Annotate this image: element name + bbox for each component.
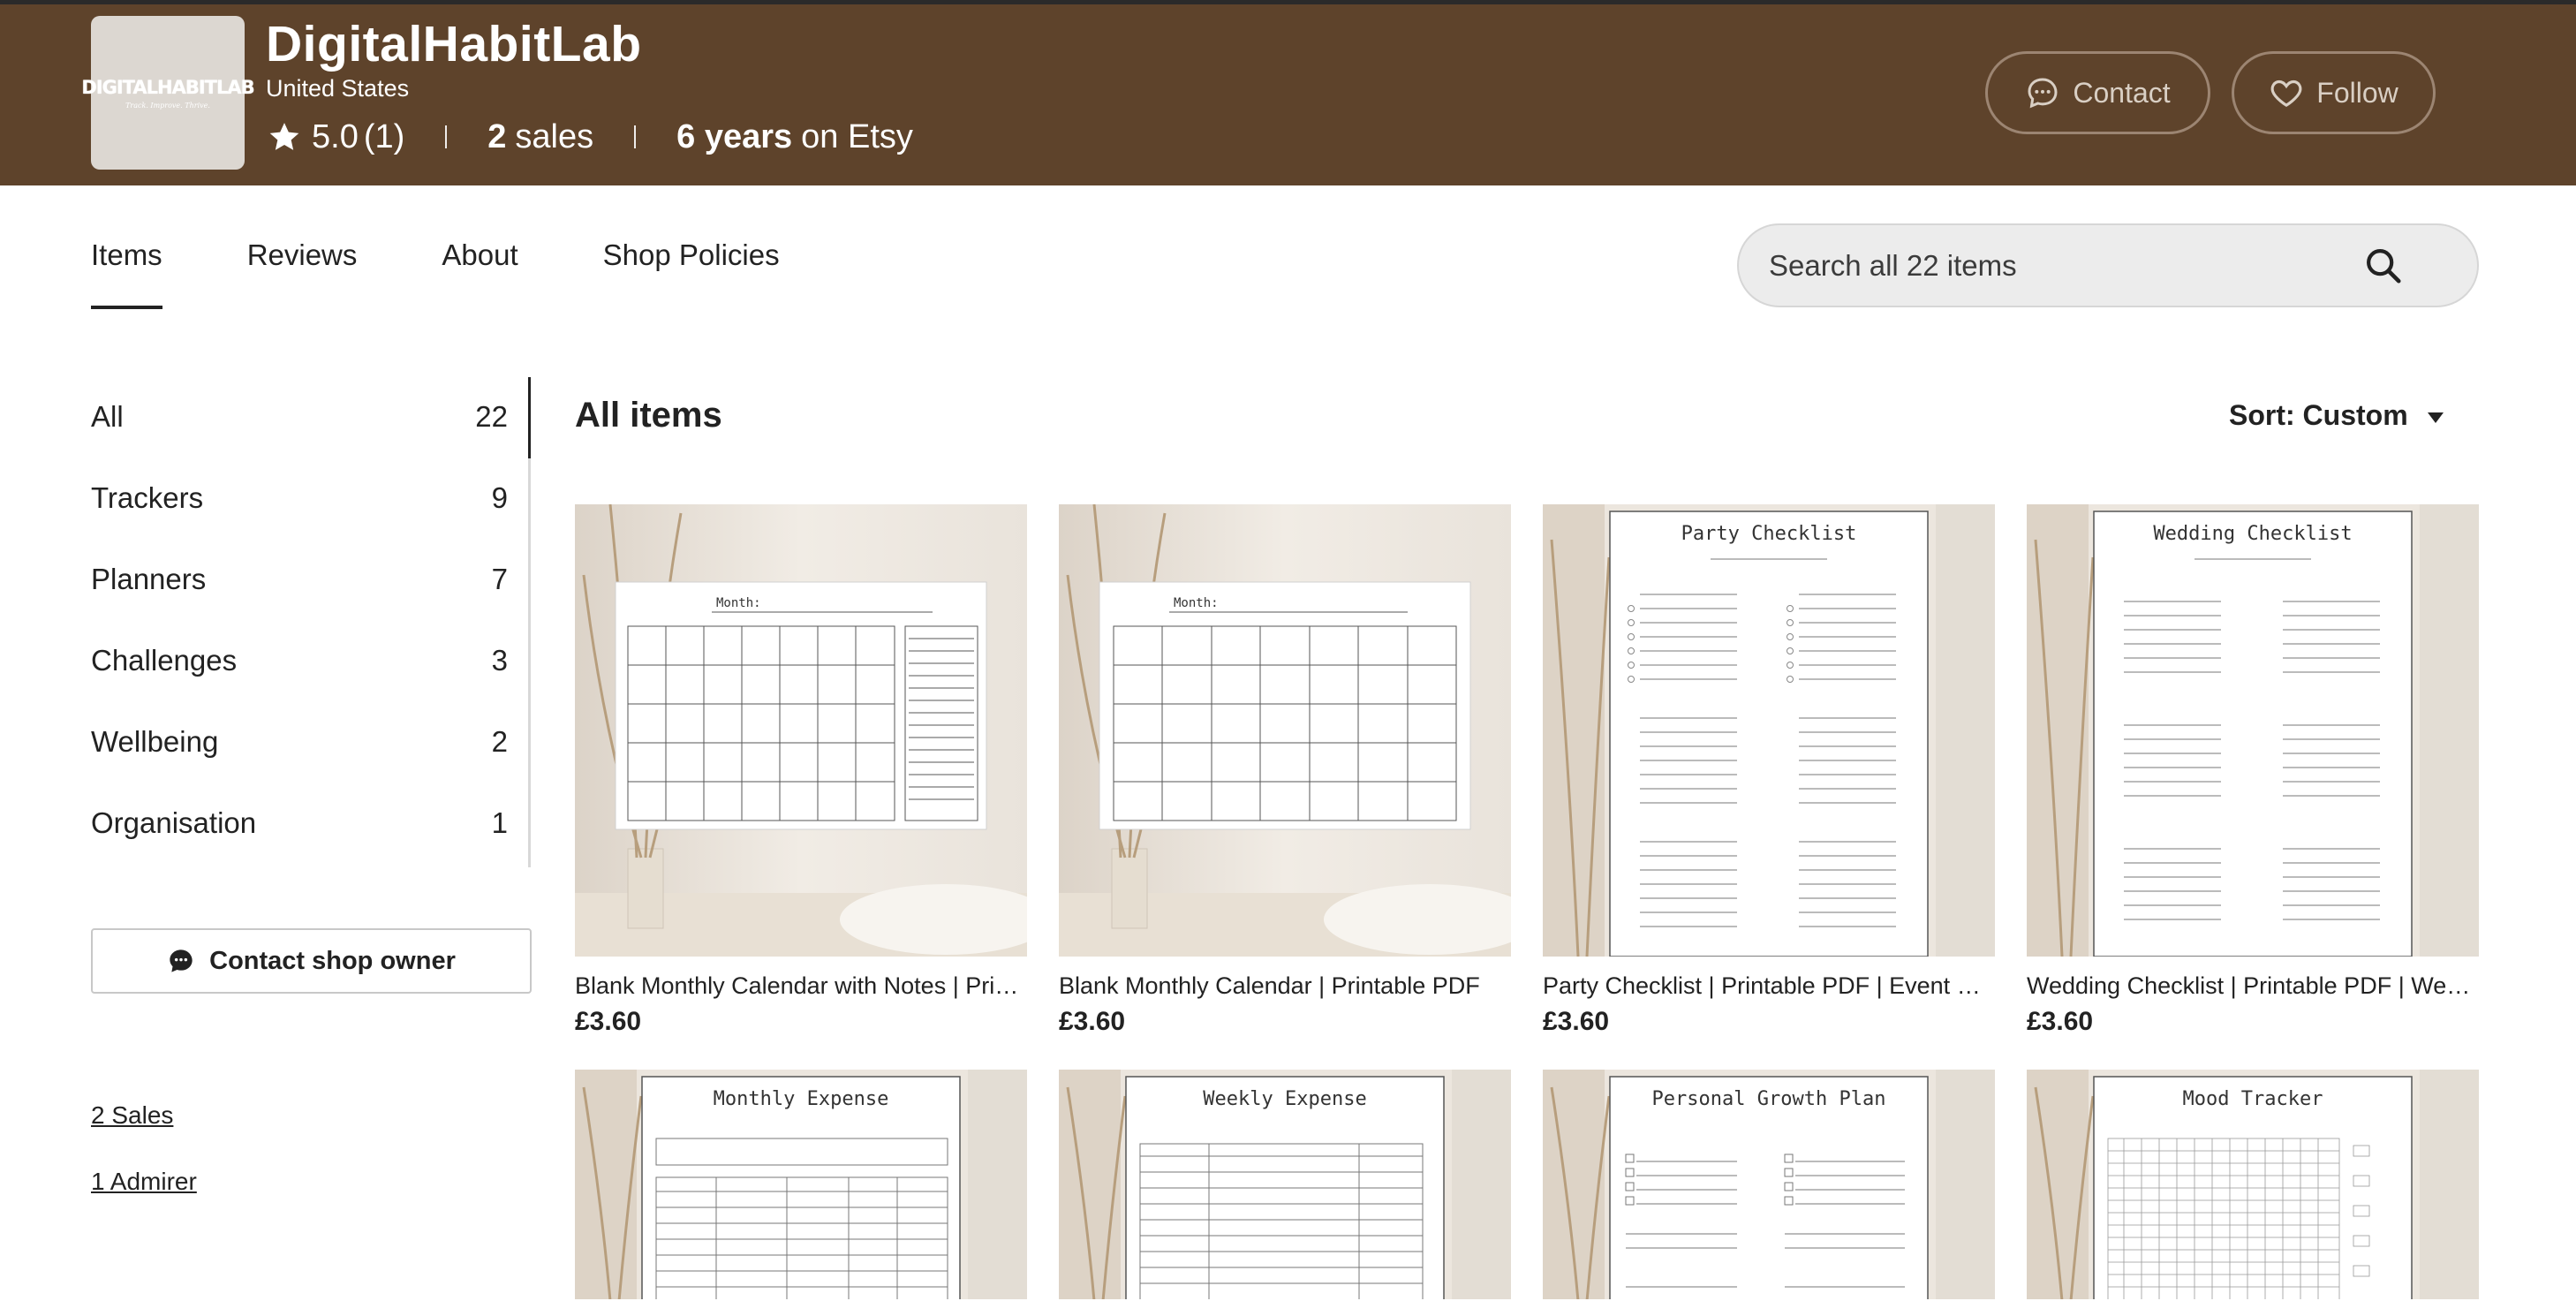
listing-card[interactable]: Weekly Expense: [1059, 1070, 1511, 1299]
shop-logo[interactable]: DIGITALHABITLAB Track. Improve. Thrive.: [81, 16, 255, 170]
chat-bubble-icon: [2028, 78, 2058, 109]
sidebar-item-count: 3: [491, 644, 508, 677]
listing-title[interactable]: Wedding Checklist | Printable PDF | Wedd…: [2027, 972, 2479, 1000]
search-icon: [2367, 249, 2401, 284]
stats-divider: [634, 125, 637, 148]
calendar-mockup-image: Month:: [1059, 504, 1511, 957]
expense-sheet-mockup-image: Monthly Expense: [575, 1070, 1027, 1299]
sidebar-item-trackers[interactable]: Trackers 9: [91, 472, 508, 525]
logo-tagline: Track. Improve. Thrive.: [125, 101, 210, 110]
listing-price: £3.60: [575, 1007, 642, 1036]
listing-image[interactable]: Monthly Expense: [575, 1070, 1027, 1299]
image-heading: Month:: [1174, 596, 1219, 610]
sidebar-active-indicator: [528, 377, 531, 458]
sidebar-item-label: Challenges: [91, 644, 238, 677]
tab-items[interactable]: Items: [91, 238, 162, 309]
listing-image[interactable]: Mood Tracker: [2027, 1070, 2479, 1299]
listing-card[interactable]: Monthly Expense: [575, 1070, 1027, 1299]
sidebar-item-count: 7: [491, 563, 508, 595]
listing-price: £3.60: [1543, 1007, 1610, 1036]
listing-card[interactable]: Party Checklist Party Checklist | Printa…: [1543, 504, 1995, 1037]
image-heading: Month:: [716, 596, 761, 610]
listing-card[interactable]: Mood Tracker: [2027, 1070, 2479, 1299]
sidebar-item-label: Trackers: [91, 481, 204, 514]
image-heading: Party Checklist: [1681, 523, 1857, 545]
sidebar-item-planners[interactable]: Planners 7: [91, 553, 508, 606]
heart-icon: [2270, 79, 2302, 108]
listing-image[interactable]: Wedding Checklist: [2027, 504, 2479, 957]
listing-card[interactable]: Month: Blank Monthly Calendar | Printabl…: [1059, 504, 1511, 1037]
contact-shop-owner-button[interactable]: Contact shop owner: [91, 928, 532, 994]
tab-about[interactable]: About: [442, 238, 517, 309]
listing-title[interactable]: Blank Monthly Calendar | Printable PDF: [1059, 972, 1511, 1000]
logo-text: DIGITALHABITLAB: [81, 76, 254, 98]
shop-stats: 5.0 (1) 2 sales 6 years on Etsy: [266, 115, 913, 159]
sales-count: 2: [487, 117, 507, 155]
sidebar-item-count: 2: [491, 725, 508, 758]
rating-count: (1): [363, 117, 405, 155]
follow-button-label: Follow: [2316, 76, 2398, 109]
image-heading: Personal Growth Plan: [1652, 1088, 1886, 1110]
admirers-link[interactable]: 1 Admirer: [91, 1168, 197, 1196]
sales-label: sales: [515, 117, 594, 155]
sidebar-item-organisation[interactable]: Organisation 1: [91, 797, 508, 850]
sidebar-item-label: Organisation: [91, 806, 257, 839]
years-suffix: on Etsy: [801, 117, 913, 155]
rating-value: 5.0: [312, 117, 359, 155]
expense-sheet-mockup-image: Weekly Expense: [1059, 1070, 1511, 1299]
sidebar-item-wellbeing[interactable]: Wellbeing 2: [91, 715, 508, 768]
page-title: All items: [575, 396, 722, 435]
shop-header: DIGITALHABITLAB Track. Improve. Thrive. …: [0, 4, 2576, 185]
search-button[interactable]: [2360, 242, 2407, 290]
tab-reviews[interactable]: Reviews: [247, 238, 358, 309]
growth-plan-mockup-image: Personal Growth Plan: [1543, 1070, 1995, 1299]
tab-shop-policies[interactable]: Shop Policies: [603, 238, 780, 309]
sidebar-item-count: 9: [491, 481, 508, 514]
shop-location: United States: [266, 75, 410, 102]
sales-link[interactable]: 2 Sales: [91, 1101, 173, 1130]
image-heading: Monthly Expense: [714, 1088, 889, 1110]
shop-tabs: Items Reviews About Shop Policies: [91, 238, 865, 309]
listing-title[interactable]: Blank Monthly Calendar with Notes | Prin…: [575, 972, 1027, 1000]
mood-tracker-mockup-image: Mood Tracker: [2027, 1070, 2479, 1299]
image-heading: Weekly Expense: [1203, 1088, 1366, 1110]
sidebar-item-count: 22: [475, 400, 508, 433]
sidebar-item-count: 1: [491, 806, 508, 839]
listing-image[interactable]: Personal Growth Plan: [1543, 1070, 1995, 1299]
sidebar-item-all[interactable]: All 22: [91, 390, 508, 443]
contact-button-label: Contact: [2073, 76, 2171, 109]
chat-bubble-icon: [170, 949, 193, 972]
listing-title[interactable]: Party Checklist | Printable PDF | Event …: [1543, 972, 1995, 1000]
sort-dropdown[interactable]: Sort: Custom: [2229, 399, 2444, 432]
listing-card[interactable]: Wedding Checklist Wedding Checklist | Pr…: [2027, 504, 2479, 1037]
listing-card[interactable]: Month: Blank Monthly Calendar with Notes…: [575, 504, 1027, 1037]
caret-down-icon: [2427, 412, 2444, 423]
listing-price: £3.60: [1059, 1007, 1126, 1036]
listing-image[interactable]: Weekly Expense: [1059, 1070, 1511, 1299]
sidebar-item-label: Wellbeing: [91, 725, 219, 758]
listing-image[interactable]: Month:: [1059, 504, 1511, 957]
listing-price: £3.60: [2027, 1007, 2094, 1036]
sidebar-item-label: All: [91, 400, 124, 433]
listing-image[interactable]: Party Checklist: [1543, 504, 1995, 957]
checklist-mockup-image: Party Checklist: [1543, 504, 1995, 957]
checklist-mockup-image: Wedding Checklist: [2027, 504, 2479, 957]
listing-card[interactable]: Personal Growth Plan: [1543, 1070, 1995, 1299]
contact-button[interactable]: Contact: [1985, 51, 2210, 134]
contact-shop-owner-label: Contact shop owner: [209, 946, 456, 975]
calendar-mockup-image: Month:: [575, 504, 1027, 957]
follow-button[interactable]: Follow: [2232, 51, 2436, 134]
search-input[interactable]: [1769, 243, 2369, 289]
image-heading: Mood Tracker: [2183, 1088, 2323, 1110]
sidebar-item-challenges[interactable]: Challenges 3: [91, 634, 508, 687]
listing-image[interactable]: Month:: [575, 504, 1027, 957]
sidebar-item-label: Planners: [91, 563, 207, 595]
stats-divider: [445, 125, 448, 148]
sort-label: Sort: Custom: [2229, 399, 2408, 431]
shop-name: DigitalHabitLab: [266, 16, 642, 72]
years-on-etsy: 6 years: [676, 117, 793, 155]
star-icon: [269, 123, 299, 150]
image-heading: Wedding Checklist: [2153, 523, 2352, 545]
